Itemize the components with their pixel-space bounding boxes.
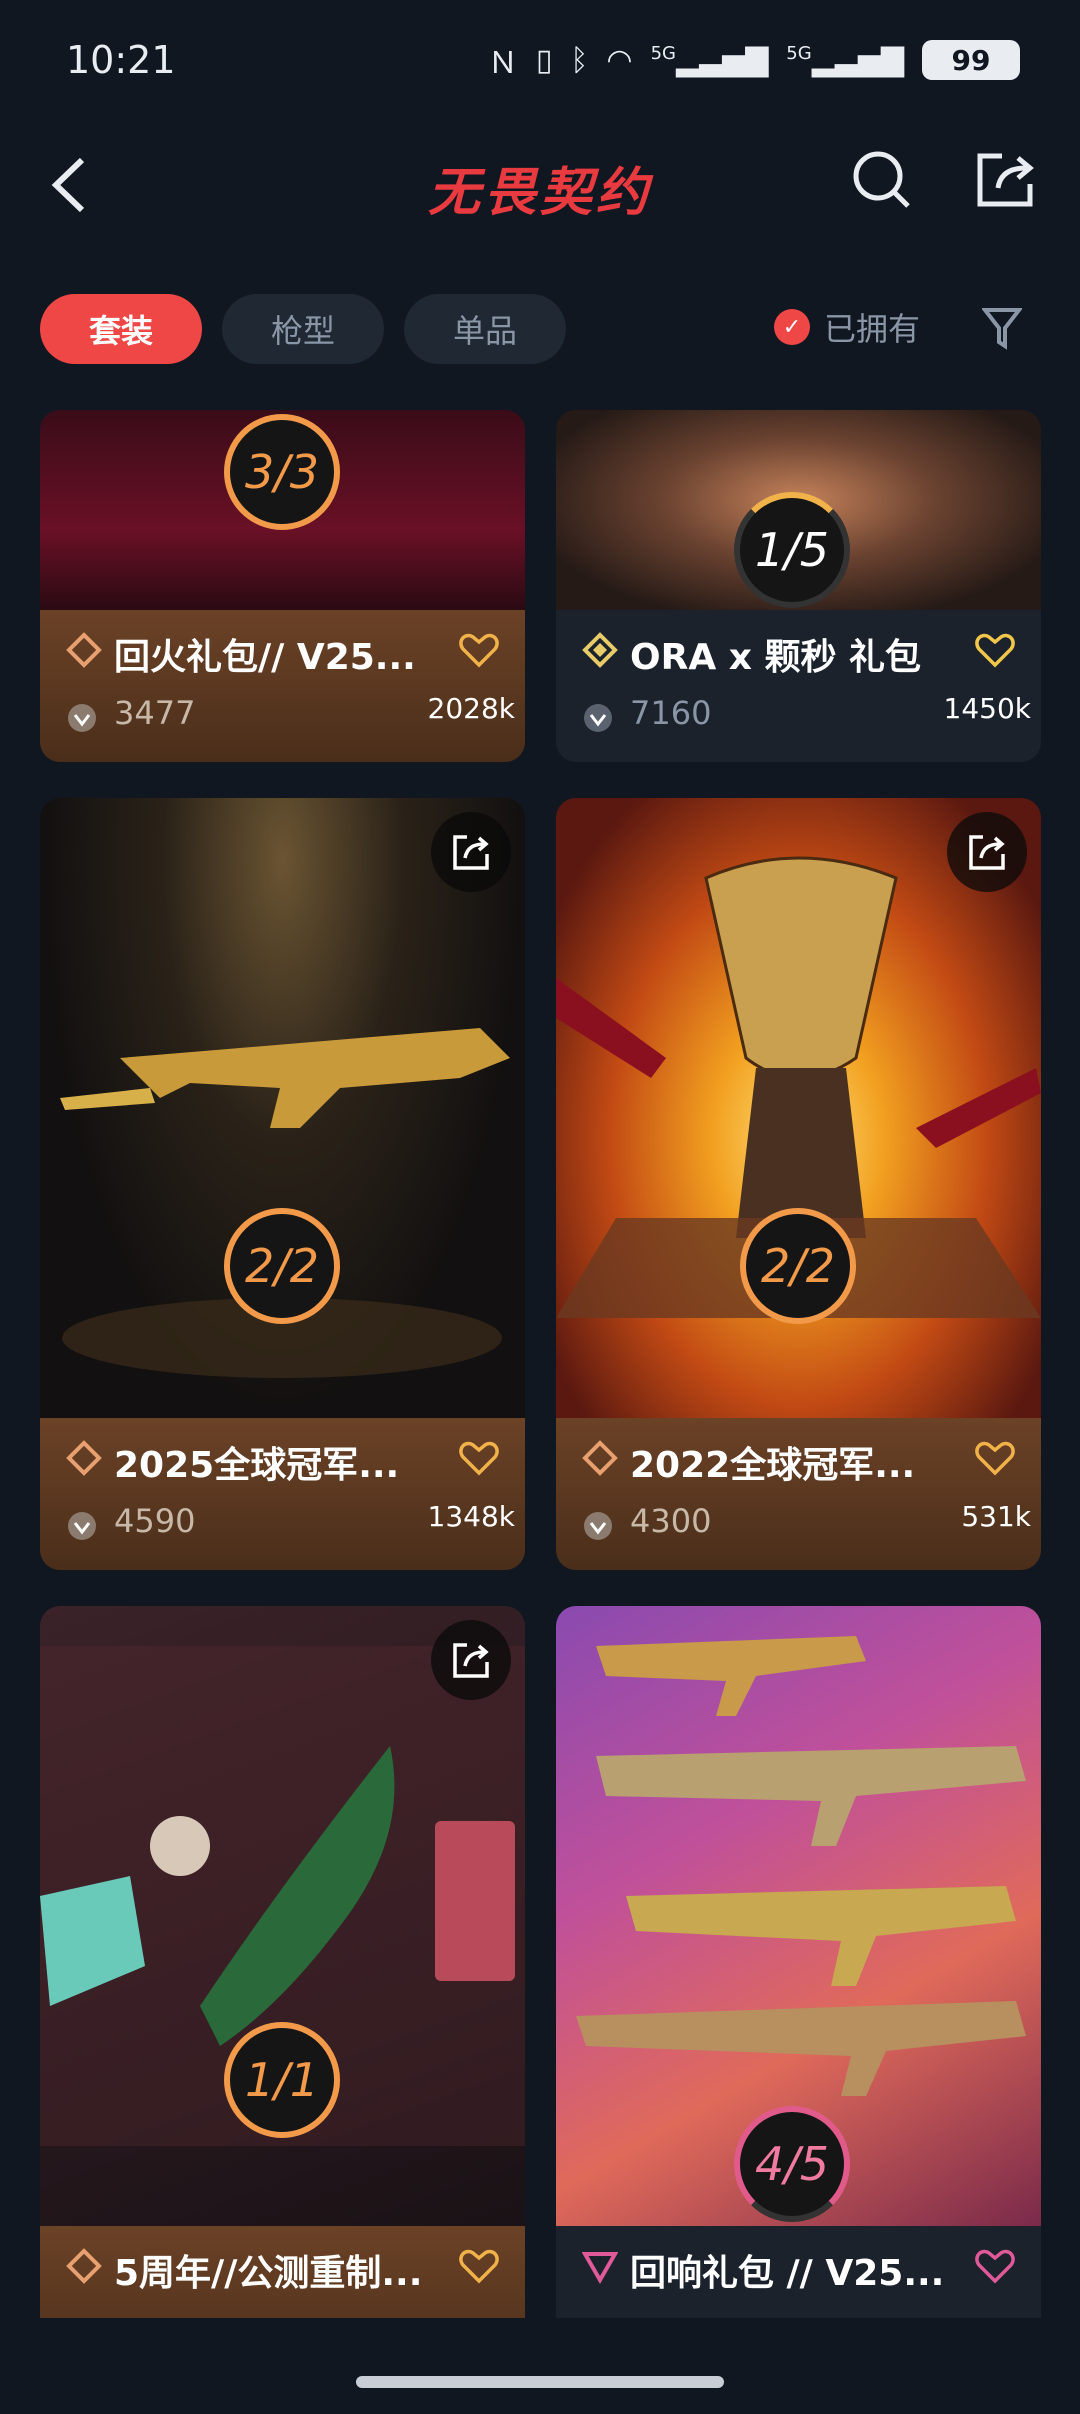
share-icon[interactable] [974, 148, 1038, 212]
signal-icon-2: 5G▂▃▅▇ [786, 42, 904, 78]
bundle-grid: 3/3 回火礼包// V25... 3477 2028k 1/5 ORA x 颗… [0, 410, 1080, 2318]
top-bar: 无畏契约 [0, 140, 1080, 230]
bundle-info: ORA x 颗秒 礼包 7160 1450k [556, 610, 1041, 762]
check-icon: ✓ [774, 309, 810, 345]
tab-suit[interactable]: 套装 [40, 294, 202, 364]
bundle-card[interactable]: 2/2 2025全球冠军... 4590 1348k [40, 798, 525, 1570]
share-icon [453, 835, 489, 870]
bundle-info: 2022全球冠军... 4300 531k [556, 1418, 1041, 1570]
home-indicator[interactable] [356, 2376, 724, 2388]
heart-icon[interactable] [975, 632, 1015, 668]
nfc-icon: Ｎ [487, 46, 518, 81]
progress-badge: 4/5 [734, 2106, 850, 2222]
progress-badge: 3/3 [224, 414, 340, 530]
views-count: 1450k [943, 692, 1031, 725]
tier-icon [582, 1440, 618, 1476]
progress-badge: 1/5 [734, 492, 850, 608]
progress-badge: 2/2 [224, 1208, 340, 1324]
share-card-button[interactable] [431, 1620, 511, 1700]
share-icon [969, 835, 1005, 870]
signal-icon-1: 5G▂▃▅▇ [650, 42, 769, 78]
owned-label: 已拥有 [824, 310, 921, 348]
bundle-card[interactable]: 1/1 5周年//公测重制... [40, 1606, 525, 2318]
search-icon[interactable] [850, 148, 914, 212]
page-title: 无畏契约 [427, 163, 652, 223]
bundle-image [40, 798, 525, 1418]
bundle-card[interactable]: 3/3 回火礼包// V25... 3477 2028k [40, 410, 525, 762]
vibrate-icon: ▯ [535, 42, 553, 78]
tier-icon [66, 2248, 102, 2284]
status-bar: 10:21 Ｎ ▯ ᛒ ◠ 5G▂▃▅▇ 5G▂▃▅▇ 99 [0, 0, 1080, 120]
share-card-button[interactable] [947, 812, 1027, 892]
bundle-name: 5周年//公测重制... [114, 2253, 423, 2294]
likes-icon [68, 1512, 96, 1540]
bundle-info: 5周年//公测重制... [40, 2226, 525, 2318]
likes-icon [68, 704, 96, 732]
likes-icon [584, 704, 612, 732]
bundle-name: 2022全球冠军... [630, 1445, 916, 1486]
bundle-name: 回火礼包// V25... [114, 637, 416, 678]
status-time: 10:21 [66, 38, 176, 82]
bluetooth-icon: ᛒ [570, 42, 589, 78]
progress-badge: 2/2 [740, 1208, 856, 1324]
share-card-button[interactable] [431, 812, 511, 892]
tab-gun-type[interactable]: 枪型 [222, 294, 384, 364]
heart-icon[interactable] [975, 1440, 1015, 1476]
battery-indicator: 99 [922, 40, 1020, 80]
status-icons: Ｎ ▯ ᛒ ◠ 5G▂▃▅▇ 5G▂▃▅▇ 99 [488, 38, 1020, 82]
views-count: 531k [961, 1500, 1031, 1533]
views-count: 1348k [427, 1500, 515, 1533]
progress-badge: 1/1 [224, 2022, 340, 2138]
tier-icon [66, 1440, 102, 1476]
bundle-info: 2025全球冠军... 4590 1348k [40, 1418, 525, 1570]
heart-icon[interactable] [459, 2248, 499, 2284]
tier-icon [66, 632, 102, 668]
heart-icon[interactable] [459, 1440, 499, 1476]
likes-count: 4300 [630, 1502, 712, 1540]
bundle-card[interactable]: 2/2 2022全球冠军... 4300 531k [556, 798, 1041, 1570]
likes-count: 7160 [630, 694, 712, 732]
tab-single-item[interactable]: 单品 [404, 294, 566, 364]
bundle-info: 回响礼包 // V25... [556, 2226, 1041, 2318]
filter-icon[interactable] [982, 306, 1022, 350]
wifi-icon: ◠ [606, 42, 633, 78]
heart-icon[interactable] [975, 2248, 1015, 2284]
views-count: 2028k [427, 692, 515, 725]
likes-count: 3477 [114, 694, 196, 732]
bundle-name: ORA x 颗秒 礼包 [630, 637, 922, 678]
bundle-card[interactable]: 1/5 ORA x 颗秒 礼包 7160 1450k [556, 410, 1041, 762]
likes-icon [584, 1512, 612, 1540]
tier-icon [582, 2252, 618, 2284]
bundle-name: 2025全球冠军... [114, 1445, 400, 1486]
trophy-illustration [556, 856, 1041, 1318]
owned-toggle[interactable]: ✓ 已拥有 [774, 304, 920, 350]
tier-icon [582, 632, 618, 668]
bundle-info: 回火礼包// V25... 3477 2028k [40, 610, 525, 762]
share-icon [453, 1643, 489, 1678]
rifle-illustration [60, 1028, 510, 1378]
bundle-name: 回响礼包 // V25... [630, 2253, 945, 2294]
bundle-card[interactable]: 4/5 回响礼包 // V25... [556, 1606, 1041, 2318]
likes-count: 4590 [114, 1502, 196, 1540]
bundle-image [556, 798, 1041, 1418]
heart-icon[interactable] [459, 632, 499, 668]
filter-bar: 套装 枪型 单品 ✓ 已拥有 [0, 294, 1080, 364]
